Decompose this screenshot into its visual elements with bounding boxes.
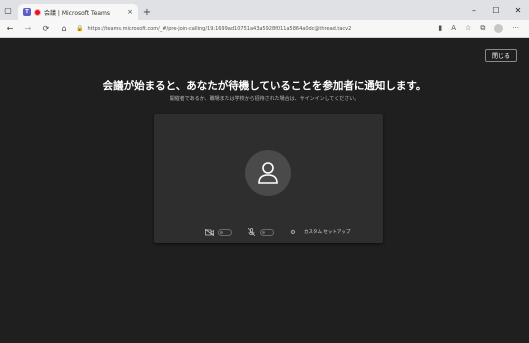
tab-close-icon[interactable]: ×: [127, 8, 133, 16]
close-window-icon[interactable]: ✕: [507, 0, 529, 20]
tab-actions-icon[interactable]: ▢: [0, 0, 16, 20]
user-avatar-icon: [245, 150, 291, 196]
minimize-icon[interactable]: –: [463, 0, 485, 20]
lock-icon[interactable]: 🔒: [76, 25, 83, 32]
new-tab-button[interactable]: +: [140, 4, 154, 20]
profile-avatar[interactable]: [494, 24, 504, 33]
custom-setup-button[interactable]: カスタム セットアップ: [304, 229, 350, 235]
recording-icon: [34, 8, 41, 16]
sign-in-hint: 開催者であるか、職場または学校から招待された場合は、サインインしてください。: [169, 96, 360, 102]
person-icon: [258, 162, 278, 184]
microphone-off-icon: [246, 227, 256, 237]
close-button[interactable]: 閉じる: [485, 49, 517, 62]
browser-toolbar: ▮ A ☆ ⧉ ···: [438, 24, 525, 33]
window-controls: – ☐ ✕: [463, 0, 529, 20]
teams-logo-icon: T: [23, 8, 31, 16]
device-controls: ⚙ カスタム セットアップ: [204, 227, 350, 237]
forward-icon[interactable]: →: [22, 24, 34, 33]
camera-permission-icon[interactable]: ▮: [438, 24, 442, 33]
video-preview: ⚙ カスタム セットアップ: [154, 114, 383, 243]
page-title: 会議が始まると、あなたが待機していることを参加者に通知します。: [102, 80, 427, 92]
favorite-icon[interactable]: ☆: [465, 24, 471, 33]
address-bar: ← → ⟳ ⌂ 🔒 https://teams.microsoft.com/_#…: [0, 20, 529, 38]
more-icon[interactable]: ···: [512, 24, 519, 33]
tab-title: 会議 | Microsoft Teams: [44, 9, 111, 17]
microphone-toggle[interactable]: [260, 228, 274, 236]
browser-tab[interactable]: T 会議 | Microsoft Teams ×: [18, 4, 138, 20]
read-aloud-icon[interactable]: A: [451, 24, 456, 33]
url-text: https://teams.microsoft.com/_#/pre-join-…: [87, 25, 352, 32]
camera-toggle[interactable]: [218, 228, 232, 236]
gear-icon[interactable]: ⚙: [288, 227, 298, 237]
camera-off-icon: [204, 227, 214, 237]
pre-join-page: 閉じる 会議が始まると、あなたが待機していることを参加者に通知します。 開催者で…: [0, 38, 529, 343]
browser-tab-bar: ▢ T 会議 | Microsoft Teams × + – ☐ ✕: [0, 0, 529, 20]
url-field[interactable]: 🔒 https://teams.microsoft.com/_#/pre-joi…: [76, 23, 376, 35]
maximize-icon[interactable]: ☐: [485, 0, 507, 20]
collections-icon[interactable]: ⧉: [480, 24, 485, 33]
home-icon[interactable]: ⌂: [58, 24, 70, 33]
refresh-icon[interactable]: ⟳: [40, 24, 52, 33]
back-icon[interactable]: ←: [4, 24, 16, 33]
